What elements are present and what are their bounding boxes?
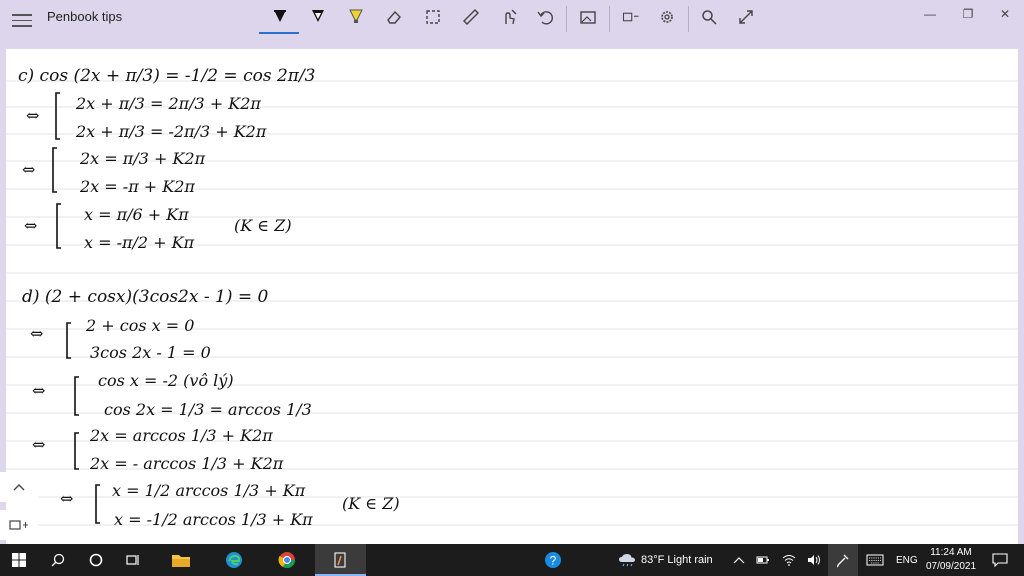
- minimize-icon: —: [924, 7, 936, 21]
- pen-workspace-icon: [837, 554, 849, 568]
- part-d-heading: d) (2 + cosx)(3cos2x - 1) = 0: [22, 287, 269, 307]
- part-c-heading: c) cos (2x + π/3) = -1/2 = cos 2π/3: [18, 66, 316, 86]
- clock-date: 07/09/2021: [925, 561, 977, 572]
- volume-icon[interactable]: [805, 544, 823, 576]
- chrome-icon: [278, 552, 296, 569]
- restore-button[interactable]: ❐: [950, 4, 986, 24]
- pen-outline-icon[interactable]: [303, 4, 333, 30]
- notifications-button[interactable]: [989, 544, 1011, 576]
- windows-logo-icon: [12, 553, 26, 567]
- equivalence-symbol: ⇔: [30, 324, 43, 343]
- cortana-icon: [89, 553, 103, 567]
- show-hidden-icons-button[interactable]: [731, 544, 747, 576]
- touch-keyboard-button[interactable]: [864, 544, 886, 576]
- equivalence-symbol: ⇔: [22, 160, 35, 179]
- lasso-select-icon[interactable]: [418, 4, 448, 30]
- menu-icon[interactable]: [12, 10, 32, 27]
- page-layout-button[interactable]: [0, 510, 38, 540]
- equivalence-symbol: ⇔: [32, 381, 45, 400]
- taskbar-search-button[interactable]: [46, 544, 70, 576]
- equivalence-symbol: ⇔: [26, 106, 39, 125]
- clock-time: 11:24 AM: [930, 547, 972, 558]
- pen-black-icon[interactable]: [265, 4, 295, 30]
- toolbar-divider: [566, 6, 567, 32]
- shapes-icon[interactable]: [614, 4, 648, 30]
- battery-icon[interactable]: [754, 544, 772, 576]
- weather-text[interactable]: 83°F Light rain: [641, 554, 713, 566]
- svg-text:?: ?: [550, 554, 557, 568]
- equivalence-symbol: ⇔: [60, 489, 73, 508]
- notification-icon: [992, 553, 1008, 567]
- page-layout-icon: [9, 520, 28, 530]
- eraser-icon[interactable]: [379, 4, 409, 30]
- part-d-step4-line1: x = 1/2 arccos 1/3 + Kπ: [112, 481, 306, 500]
- settings-icon[interactable]: [652, 4, 682, 30]
- clock[interactable]: 11:24 AM 07/09/2021: [918, 546, 984, 574]
- restore-icon: ❐: [962, 7, 974, 21]
- title-bar: Penbook tips — ❐ ✕: [0, 0, 1024, 48]
- part-d-step3-line1: 2x = arccos 1/3 + K2π: [89, 426, 273, 445]
- folder-icon: [172, 555, 190, 567]
- close-button[interactable]: ✕: [987, 4, 1023, 24]
- start-button[interactable]: [8, 544, 30, 576]
- equivalence-symbol: ⇔: [24, 216, 37, 235]
- expand-icon[interactable]: [731, 4, 761, 30]
- ruler-icon[interactable]: [456, 4, 486, 30]
- toolbar-divider: [609, 6, 610, 32]
- scroll-up-button[interactable]: [0, 472, 38, 502]
- part-d-step2-line2: cos 2x = 1/3 = arccos 1/3: [104, 400, 312, 419]
- part-c-step2-line1: 2x = π/3 + K2π: [79, 149, 206, 168]
- part-c-step3-line2: x = -π/2 + Kπ: [84, 233, 195, 252]
- cortana-button[interactable]: [84, 544, 108, 576]
- help-button[interactable]: ?: [541, 544, 565, 576]
- penbook-taskbar-button[interactable]: [315, 544, 366, 576]
- highlighter-icon[interactable]: [341, 4, 371, 30]
- part-d-step4-line2: x = -1/2 arccos 1/3 + Kπ: [114, 510, 313, 529]
- part-d-step1-line1: 2 + cos x = 0: [85, 316, 194, 335]
- help-icon: ?: [545, 552, 561, 568]
- search-icon: [51, 553, 65, 567]
- chevron-up-icon: [733, 557, 745, 564]
- task-view-button[interactable]: [121, 544, 145, 576]
- file-explorer-button[interactable]: [168, 544, 194, 576]
- part-c-condition: (K ∈ Z): [234, 216, 292, 235]
- equivalence-symbol: ⇔: [32, 435, 45, 454]
- chrome-button[interactable]: [274, 544, 300, 576]
- wifi-icon[interactable]: [780, 544, 798, 576]
- touch-writing-icon[interactable]: [494, 4, 524, 30]
- undo-icon[interactable]: [530, 4, 560, 30]
- active-tool-indicator: [259, 32, 299, 34]
- weather-widget[interactable]: [616, 544, 638, 576]
- part-d-step3-line2: 2x = - arccos 1/3 + K2π: [89, 454, 284, 473]
- language-indicator[interactable]: ENG: [896, 555, 918, 566]
- pen-workspace-button[interactable]: [828, 544, 858, 576]
- rain-cloud-icon: [619, 554, 635, 567]
- search-icon[interactable]: [694, 4, 724, 30]
- handwritten-notes: c) cos (2x + π/3) = -1/2 = cos 2π/3 ⇔ 2x…: [18, 66, 400, 529]
- edge-icon: [226, 552, 242, 568]
- close-icon: ✕: [999, 7, 1011, 21]
- part-c-step2-line2: 2x = -π + K2π: [79, 177, 195, 196]
- note-canvas[interactable]: c) cos (2x + π/3) = -1/2 = cos 2π/3 ⇔ 2x…: [6, 49, 1018, 544]
- toolbar-divider: [688, 6, 689, 32]
- app-title: Penbook tips: [47, 9, 123, 24]
- task-view-icon: [126, 555, 139, 565]
- taskbar: ? 83°F Light rain ENG 11:24 AM 07/09/202…: [0, 544, 1024, 576]
- chevron-up-icon: [13, 484, 25, 491]
- part-c-step1-line1: 2x + π/3 = 2π/3 + K2π: [75, 94, 261, 113]
- penbook-icon: [334, 552, 346, 568]
- part-c-step3-line1: x = π/6 + Kπ: [84, 205, 189, 224]
- keyboard-icon: [866, 554, 884, 566]
- part-d-step2-line1: cos x = -2 (vô lý): [98, 371, 234, 390]
- part-d-step1-line2: 3cos 2x - 1 = 0: [90, 343, 211, 362]
- minimize-button[interactable]: —: [912, 4, 948, 24]
- part-c-step1-line2: 2x + π/3 = -2π/3 + K2π: [75, 122, 267, 141]
- insert-image-icon[interactable]: [573, 4, 603, 30]
- part-d-condition: (K ∈ Z): [342, 494, 400, 513]
- edge-browser-button[interactable]: [221, 544, 247, 576]
